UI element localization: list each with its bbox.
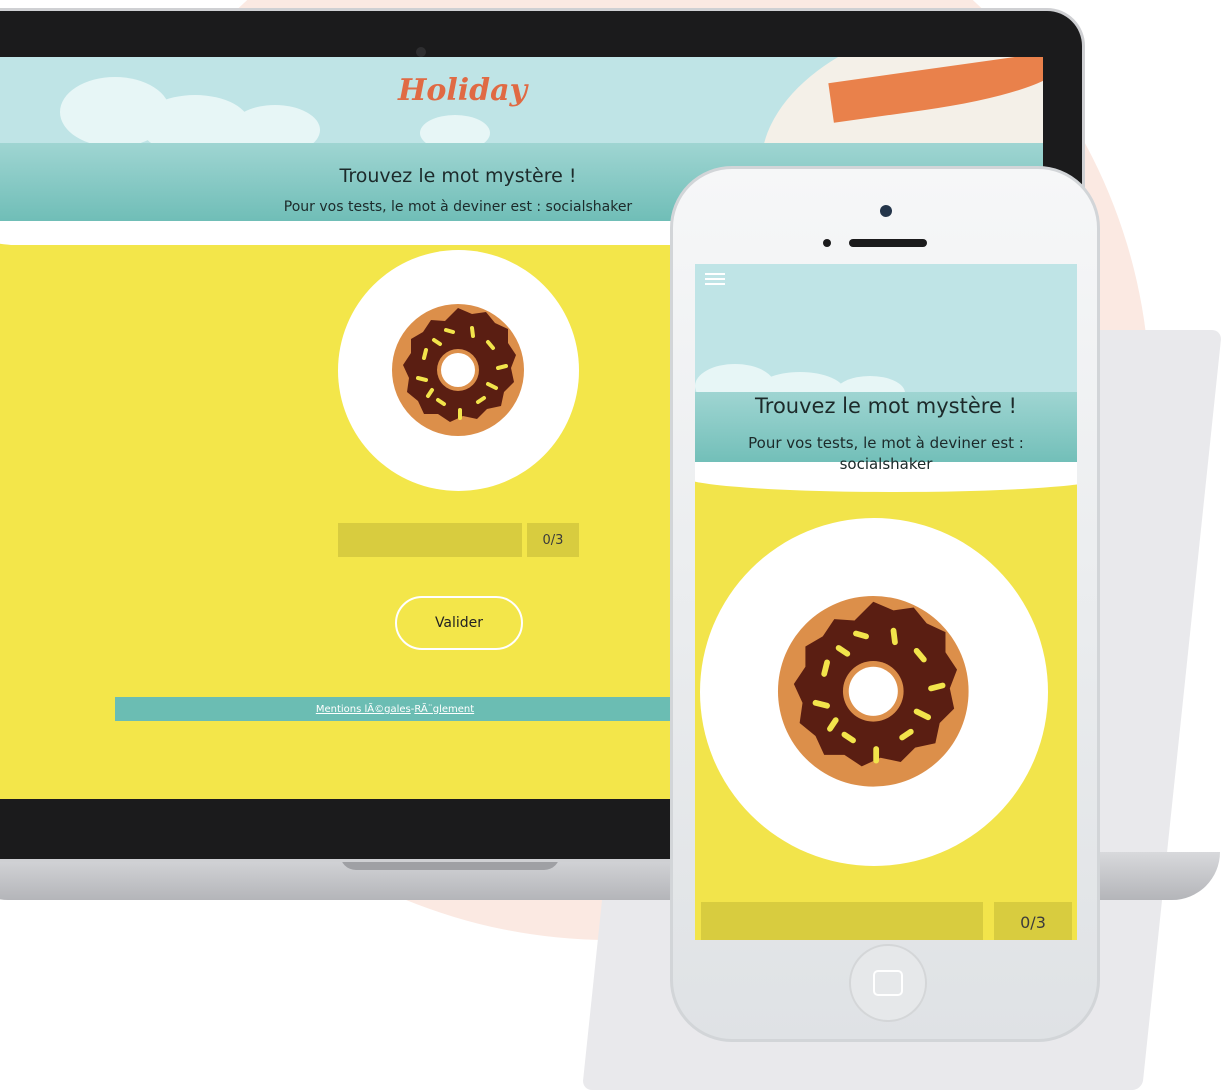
answer-input[interactable] bbox=[338, 523, 522, 557]
mobile-attempt-counter: 0/3 bbox=[994, 902, 1072, 940]
plate bbox=[338, 250, 579, 491]
phone: Trouvez le mot mystère ! Pour vos tests,… bbox=[670, 166, 1100, 1042]
donut-icon bbox=[392, 304, 524, 436]
phone-speaker bbox=[849, 239, 927, 247]
legal-link[interactable]: Mentions lÃ©gales bbox=[316, 704, 411, 715]
rules-link[interactable]: RÃ¨glement bbox=[414, 704, 474, 715]
hamburger-icon[interactable] bbox=[705, 270, 725, 286]
phone-camera bbox=[880, 205, 892, 217]
attempt-counter: 0/3 bbox=[527, 523, 579, 557]
plate bbox=[700, 518, 1048, 866]
home-button[interactable] bbox=[849, 944, 927, 1022]
submit-button[interactable]: Valider bbox=[395, 596, 523, 650]
laptop-camera bbox=[416, 47, 426, 57]
donut-icon bbox=[777, 595, 969, 787]
mobile-page-subtitle: Pour vos tests, le mot à deviner est : bbox=[748, 434, 1024, 452]
mobile-page-subtitle-word: socialshaker bbox=[839, 455, 933, 473]
phone-sensor bbox=[823, 239, 831, 247]
footer: Mentions lÃ©gales - RÃ¨glement bbox=[115, 697, 675, 721]
mobile-answer-input[interactable] bbox=[701, 902, 983, 940]
mobile-screen: Trouvez le mot mystère ! Pour vos tests,… bbox=[695, 264, 1077, 940]
mobile-page-title: Trouvez le mot mystère ! bbox=[755, 394, 1017, 418]
holiday-logo: Holiday bbox=[398, 73, 527, 108]
